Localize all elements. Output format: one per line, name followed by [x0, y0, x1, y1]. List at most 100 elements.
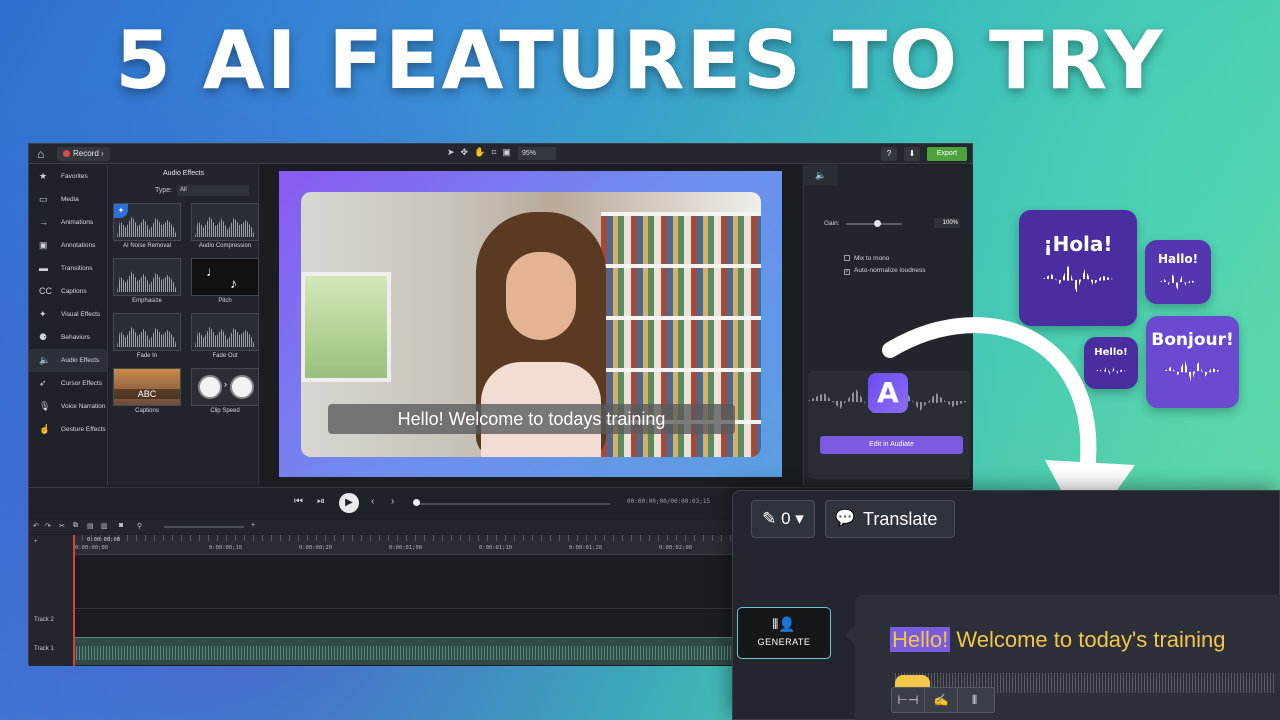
sidebar-item-label: Behaviors	[61, 334, 90, 341]
gain-slider-knob[interactable]	[874, 220, 881, 227]
waveform-icon	[1160, 274, 1196, 290]
sidebar-item-animations[interactable]: → Animations	[29, 211, 107, 234]
cursor-icon: ➶	[39, 378, 47, 388]
cut-icon[interactable]: ✂	[59, 522, 65, 530]
window-image	[301, 272, 391, 382]
add-track-icon[interactable]: +	[34, 539, 38, 545]
effect-tile[interactable]: ✦ AI Noise Removal	[113, 203, 181, 249]
snapshot-icon[interactable]: ◙	[119, 522, 123, 529]
effect-thumbnail	[191, 313, 259, 351]
hand-icon: ☝	[39, 424, 51, 434]
redo-icon[interactable]: ↷	[45, 522, 51, 530]
effect-tile[interactable]: Fade Out	[191, 313, 259, 359]
sidebar-item-annotations[interactable]: ▣ Annotations	[29, 234, 107, 257]
copy-icon[interactable]: ⧉	[73, 522, 78, 530]
audio-tab-speaker-icon[interactable]: 🔈	[804, 165, 838, 185]
audiate-panel: ✎ 0 ▾ 💬 Translate ⦀👤 GENERATE Hello! Welc…	[732, 490, 1280, 720]
fit-icon[interactable]: ▣	[502, 147, 511, 157]
panel-title: Audio Effects	[162, 170, 205, 177]
prev-icon[interactable]: ‹	[371, 496, 374, 507]
effect-label: Fade Out	[212, 353, 238, 359]
waveform-icon	[1043, 265, 1113, 293]
home-icon[interactable]: ⌂	[37, 147, 44, 161]
effect-tile[interactable]: Audio Compression	[191, 203, 259, 249]
effect-tile[interactable]: ♩ ♪ Pitch	[191, 258, 259, 304]
scrub-bar[interactable]	[415, 503, 610, 505]
undo-icon[interactable]: ↶	[33, 522, 39, 530]
effect-tile[interactable]: Emphasize	[113, 258, 181, 304]
track-labels: + Track 2 Track 1	[29, 535, 73, 666]
effect-tile[interactable]: › Clip Speed	[191, 368, 259, 414]
edit-text-icon[interactable]: ✍	[925, 688, 958, 712]
scrub-handle[interactable]	[413, 499, 420, 506]
record-button[interactable]: Record ›	[57, 147, 110, 161]
canvas-area: Hello! Welcome to todays training	[260, 165, 802, 486]
arrow-icon: →	[39, 217, 48, 227]
download-icon[interactable]: ⬇	[904, 147, 920, 161]
sidebar-item-audio-effects[interactable]: 🔈 Audio Effects	[29, 349, 107, 372]
next-icon[interactable]: ›	[391, 496, 394, 507]
sidebar-item-behaviors[interactable]: ⚈ Behaviors	[29, 326, 107, 349]
translate-button[interactable]: 💬 Translate	[825, 500, 955, 538]
sidebar-item-captions[interactable]: CC Captions	[29, 280, 107, 303]
move-icon[interactable]: ✥	[461, 147, 469, 157]
sidebar-item-label: Gesture Effects	[61, 426, 106, 433]
effect-label: Emphasize	[132, 298, 162, 304]
wand-icon: ✦	[39, 309, 47, 319]
mix-to-mono-label: Mix to mono	[854, 255, 890, 262]
pause-edit-icon[interactable]: ⊢⊣	[892, 688, 925, 712]
pan-icon[interactable]: ✋	[474, 147, 485, 157]
transcript-text[interactable]: Hello! Welcome to today's training	[890, 627, 1226, 653]
voice-user-icon: ⦀👤	[772, 616, 796, 632]
playhead[interactable]	[73, 535, 75, 666]
sidebar-item-cursor-effects[interactable]: ➶ Cursor Effects	[29, 372, 107, 395]
effect-thumbnail	[113, 258, 181, 296]
effect-thumbnail: ♩ ♪	[191, 258, 259, 296]
effect-tile[interactable]: ABC Captions	[113, 368, 181, 414]
edit-count: 0	[781, 509, 791, 528]
effect-label: Captions	[135, 408, 159, 414]
track-label: Track 1	[34, 646, 54, 652]
ruler-tick: 0:00:00;10	[209, 545, 243, 551]
export-button[interactable]: Export	[927, 147, 967, 161]
gain-slider[interactable]	[846, 220, 902, 227]
canvas-tools: ➤ ✥ ✋ ⌗ ▣	[447, 147, 517, 158]
cc-icon: CC	[39, 286, 52, 296]
mix-to-mono-checkbox[interactable]: Mix to mono	[844, 255, 889, 262]
mic-icon: 🎙	[39, 401, 51, 411]
video-preview[interactable]: Hello! Welcome to todays training	[301, 192, 761, 457]
sidebar-item-label: Captions	[61, 288, 87, 295]
pointer-icon[interactable]: ➤	[447, 147, 455, 157]
frame-back-icon[interactable]: ⏯	[317, 496, 325, 507]
play-button[interactable]: ▶	[339, 493, 359, 513]
zoom-select[interactable]: 95%	[518, 147, 556, 160]
effect-tile[interactable]: Fade In	[113, 313, 181, 359]
paste-icon[interactable]: ▤	[87, 522, 94, 530]
split-icon[interactable]: ▥	[101, 522, 108, 530]
step-back-icon[interactable]: ⏮	[294, 496, 303, 507]
sidebar-item-label: Animations	[61, 219, 94, 226]
video-caption[interactable]: Hello! Welcome to todays training	[328, 404, 735, 434]
sidebar-item-voice-narration[interactable]: 🎙 Voice Narration	[29, 395, 107, 418]
zoom-out-icon[interactable]: ⚲	[137, 522, 142, 530]
transcript-highlight[interactable]: Hello!	[890, 627, 951, 652]
transcript-bubble: Hello! Welcome to today's training ⊢⊣ ✍ ⦀	[845, 595, 1280, 720]
sidebar-item-transitions[interactable]: ▬ Transitions	[29, 257, 107, 280]
timeline-zoom-slider[interactable]	[164, 526, 244, 528]
top-toolbar: ⌂ Record › ➤ ✥ ✋ ⌗ ▣ 95% ? ⬇ Export	[29, 144, 972, 164]
zoom-in-icon[interactable]: +	[251, 522, 255, 529]
sidebar-item-visual-effects[interactable]: ✦ Visual Effects	[29, 303, 107, 326]
audio-wave-icon[interactable]: ⦀	[958, 688, 991, 712]
auto-normalize-checkbox[interactable]: ✓ Auto-normalize loudness	[844, 267, 926, 275]
sidebar-item-gesture-effects[interactable]: ☝ Gesture Effects	[29, 418, 107, 441]
generate-button[interactable]: ⦀👤 GENERATE	[737, 607, 831, 659]
sidebar-item-label: Annotations	[61, 242, 96, 249]
sidebar-item-label: Cursor Effects	[61, 380, 103, 387]
gain-value[interactable]: 100%	[934, 218, 960, 228]
sidebar-item-favorites[interactable]: ★ Favorites	[29, 165, 107, 188]
help-button[interactable]: ?	[881, 147, 897, 161]
sidebar-item-media[interactable]: ▭ Media	[29, 188, 107, 211]
type-select[interactable]: All	[177, 185, 249, 196]
edit-count-button[interactable]: ✎ 0 ▾	[751, 500, 815, 538]
crop-icon[interactable]: ⌗	[491, 147, 496, 157]
